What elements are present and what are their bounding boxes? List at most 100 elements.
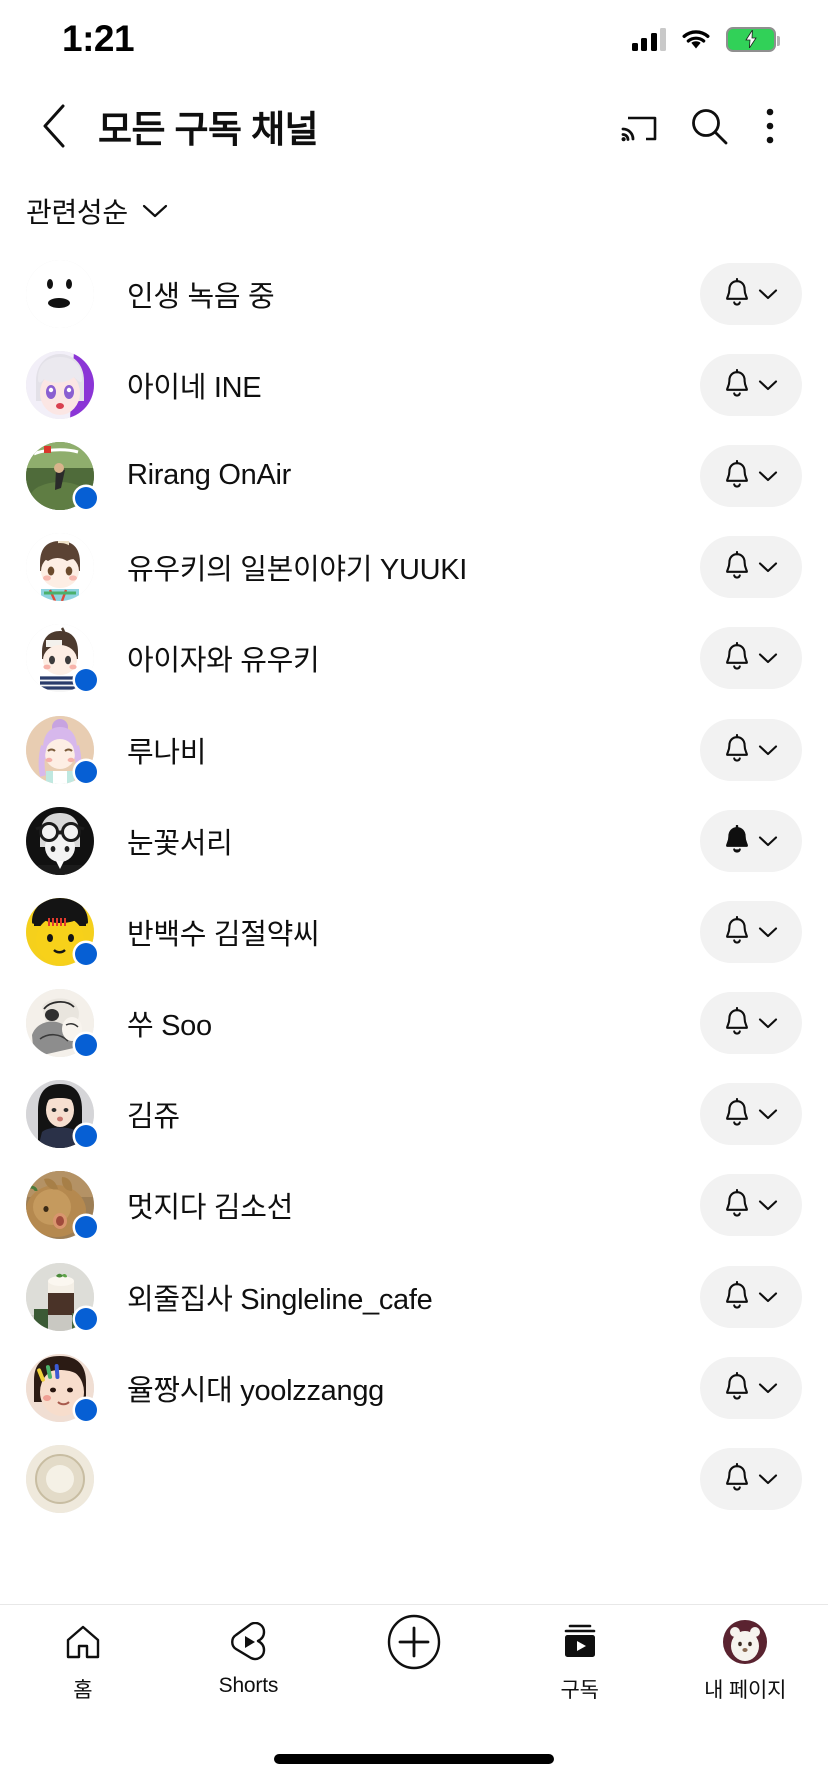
notification-settings-button[interactable] <box>700 900 802 963</box>
channel-name: 아이자와 유우키 <box>127 645 320 678</box>
chevron-down-icon <box>756 1193 780 1217</box>
avatar[interactable] <box>26 533 94 602</box>
notification-settings-button[interactable] <box>700 353 802 416</box>
bottom-navigation-bar: 홈 Shorts 구독 내 페이지 <box>0 1604 828 1792</box>
bell-icon <box>726 1007 748 1035</box>
channel-row[interactable]: 멋지다 김소선 <box>0 1160 828 1251</box>
nav-item-home-icon[interactable]: 홈 <box>0 1619 166 1704</box>
chevron-down-icon <box>756 1467 780 1491</box>
chevron-down-icon <box>756 282 780 306</box>
avatar[interactable] <box>26 715 97 784</box>
channel-row[interactable]: 인생 녹음 중 <box>0 248 828 339</box>
white-face-dots-avatar <box>26 259 94 328</box>
notification-settings-button[interactable] <box>700 627 802 690</box>
notification-settings-button[interactable] <box>700 809 802 872</box>
chevron-down-icon <box>756 829 780 853</box>
channel-name: 멋지다 김소선 <box>127 1192 294 1225</box>
new-content-badge <box>75 486 97 509</box>
chevron-down-icon <box>758 1474 778 1485</box>
channel-row[interactable]: 외줄집사 Singleline_cafe <box>0 1251 828 1342</box>
home-indicator <box>0 1737 828 1792</box>
avatar[interactable] <box>26 1445 94 1514</box>
channel-row[interactable]: 루나비 <box>0 704 828 795</box>
notification-settings-button[interactable] <box>700 1083 802 1146</box>
avatar[interactable] <box>26 624 97 693</box>
home-icon <box>64 1619 102 1665</box>
notification-settings-button[interactable] <box>700 536 802 599</box>
avatar[interactable] <box>26 1262 97 1331</box>
bell-icon <box>726 1280 748 1309</box>
channel-row[interactable]: 유우키의 일본이야기 YUUKI <box>0 522 828 613</box>
nav-item-shorts-icon[interactable]: Shorts <box>166 1619 332 1698</box>
channel-row[interactable]: 김쥬 <box>0 1069 828 1160</box>
avatar[interactable] <box>26 989 97 1058</box>
notification-settings-button[interactable] <box>700 992 802 1055</box>
notification-settings-button[interactable] <box>700 1356 802 1419</box>
channel-row[interactable]: 눈꽃서리 <box>0 795 828 886</box>
bell-filled-icon <box>722 824 752 857</box>
chevron-down-icon <box>756 373 780 397</box>
chevron-down-icon <box>758 562 778 573</box>
channel-name: 외줄집사 Singleline_cafe <box>127 1283 433 1316</box>
cast-button[interactable] <box>604 91 674 161</box>
bell-icon <box>726 277 748 306</box>
bell-icon <box>722 1462 752 1495</box>
app-header: 모든 구독 채널 <box>0 78 828 174</box>
bell-filled-icon <box>726 824 748 853</box>
page-title: 모든 구독 채널 <box>98 109 319 150</box>
nav-item-subscriptions-icon[interactable]: 구독 <box>497 1619 663 1704</box>
create-plus-icon <box>386 1614 442 1670</box>
more-options-button[interactable] <box>744 91 796 161</box>
subscriptions-icon <box>560 1619 600 1665</box>
avatar[interactable] <box>26 441 97 510</box>
status-bar: 1:21 <box>0 0 828 78</box>
avatar[interactable] <box>26 806 94 875</box>
notification-settings-button[interactable] <box>700 444 802 507</box>
bell-icon <box>726 1098 748 1126</box>
bell-icon <box>726 1371 748 1400</box>
sort-filter[interactable]: 관련성순 <box>0 174 828 248</box>
account-avatar-icon <box>723 1619 768 1665</box>
avatar[interactable] <box>26 897 97 966</box>
channel-row[interactable] <box>0 1433 828 1524</box>
nav-item-account-avatar-icon[interactable]: 내 페이지 <box>662 1619 828 1704</box>
bell-icon <box>726 1462 748 1491</box>
notification-settings-button[interactable] <box>700 1448 802 1511</box>
subscription-channel-list[interactable]: 인생 녹음 중 아이네 INE Rirang OnAir 유우키의 일본이야기 YUU… <box>0 248 828 1678</box>
chevron-down-icon <box>758 380 778 390</box>
avatar[interactable] <box>26 350 94 419</box>
chevron-down-icon <box>758 1200 778 1211</box>
chevron-down-icon <box>758 744 778 755</box>
channel-row[interactable]: 아이네 INE <box>0 339 828 430</box>
nav-item-label: 구독 <box>560 1679 599 1702</box>
notification-settings-button[interactable] <box>700 1174 802 1237</box>
chevron-down-icon <box>756 1011 780 1035</box>
avatar[interactable] <box>26 1171 97 1240</box>
channel-name: 반백수 김절약씨 <box>127 918 320 951</box>
channel-row[interactable]: Rirang OnAir <box>0 430 828 521</box>
chevron-down-icon <box>758 1109 778 1120</box>
avatar[interactable] <box>26 1353 97 1422</box>
notification-settings-button[interactable] <box>700 262 802 325</box>
bell-icon <box>722 915 752 948</box>
notification-settings-button[interactable] <box>700 1265 802 1328</box>
channel-row[interactable]: 반백수 김절약씨 <box>0 886 828 977</box>
bell-icon <box>722 1371 752 1404</box>
chevron-down-icon <box>758 1292 778 1302</box>
chevron-down-icon <box>140 196 170 226</box>
channel-row[interactable]: 쑤 Soo <box>0 978 828 1069</box>
cream-circle-avatar <box>26 1445 94 1514</box>
home-indicator-bar <box>274 1753 554 1764</box>
wifi-icon <box>680 27 712 51</box>
sort-filter-label: 관련성순 <box>26 197 128 228</box>
search-button[interactable] <box>674 91 744 161</box>
notification-settings-button[interactable] <box>700 718 802 781</box>
nav-item-create-plus-icon[interactable] <box>331 1614 497 1670</box>
channel-row[interactable]: 아이자와 유우키 <box>0 613 828 704</box>
chevron-down-icon <box>758 836 778 846</box>
channel-row[interactable]: 율짱시대 yoolzzangg <box>0 1342 828 1433</box>
bell-icon <box>722 733 752 766</box>
avatar[interactable] <box>26 259 94 328</box>
back-button[interactable] <box>26 97 84 155</box>
avatar[interactable] <box>26 1080 97 1149</box>
